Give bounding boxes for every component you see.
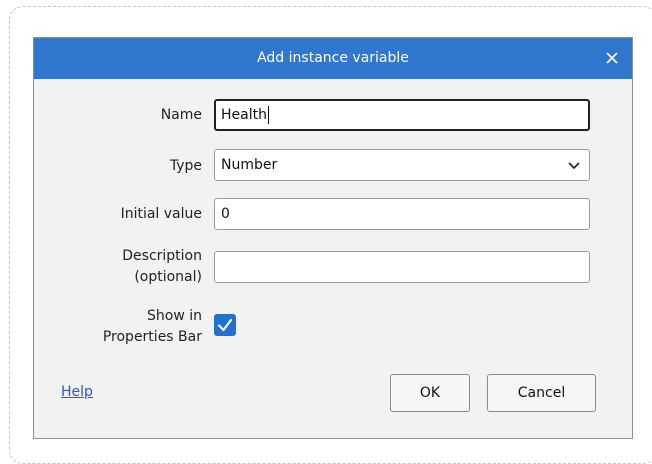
chevron-down-icon <box>568 162 580 170</box>
help-link[interactable]: Help <box>61 384 93 400</box>
ok-button[interactable]: OK <box>390 374 470 412</box>
dialog-title: Add instance variable <box>257 50 409 66</box>
initial-value-input-value: 0 <box>221 206 230 222</box>
text-caret <box>267 106 269 124</box>
dialog-titlebar: Add instance variable <box>34 38 632 79</box>
close-button[interactable] <box>598 44 626 72</box>
description-label-line1: Description <box>122 248 202 264</box>
checkmark-icon <box>217 318 233 332</box>
show-in-properties-bar-label-line1: Show in <box>147 308 202 324</box>
description-label: Description (optional) <box>42 246 202 288</box>
type-select[interactable]: Number <box>214 149 590 181</box>
show-in-properties-bar-label: Show in Properties Bar <box>42 306 202 348</box>
name-input[interactable]: Health <box>214 99 590 131</box>
type-label: Type <box>169 158 202 174</box>
type-select-value: Number <box>221 157 278 173</box>
close-icon <box>606 52 618 64</box>
show-in-properties-bar-label-line2: Properties Bar <box>102 329 202 345</box>
show-in-properties-bar-checkbox[interactable] <box>214 314 236 336</box>
initial-value-label: Initial value <box>120 206 202 222</box>
name-label: Name <box>160 107 202 123</box>
description-label-line2: (optional) <box>134 269 202 285</box>
initial-value-input[interactable]: 0 <box>214 198 590 230</box>
name-input-value: Health <box>221 107 267 123</box>
add-instance-variable-dialog: Add instance variable Name Health Type N… <box>33 37 633 439</box>
description-input[interactable] <box>214 251 590 283</box>
cancel-button[interactable]: Cancel <box>487 374 596 412</box>
